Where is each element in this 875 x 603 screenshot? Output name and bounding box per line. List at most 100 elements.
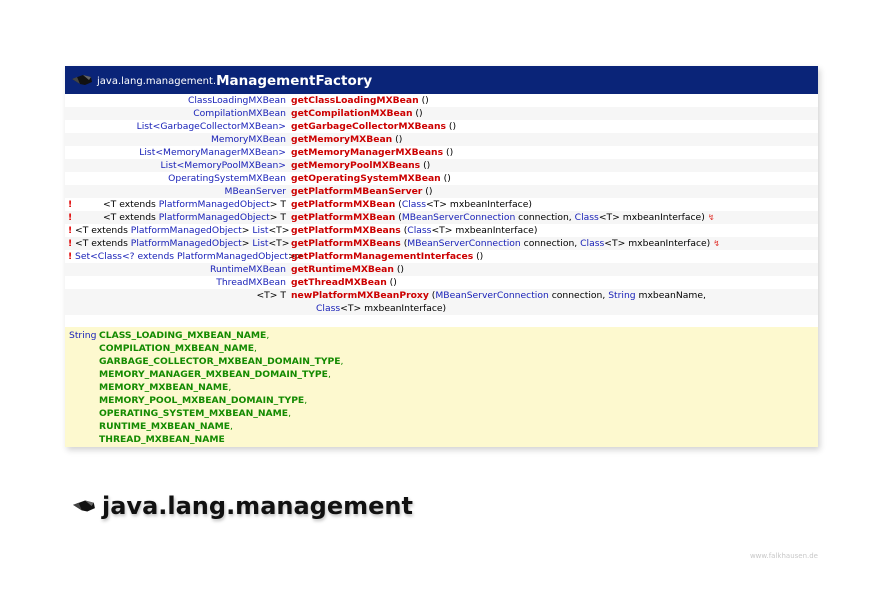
method-signature: getPlatformMXBeans (MBeanServerConnectio… xyxy=(291,237,720,250)
return-type-part[interactable]: List<MemoryPoolMXBean> xyxy=(161,160,286,171)
field-name[interactable]: OPERATING_SYSTEM_MXBEAN_NAME, xyxy=(99,407,343,420)
return-type-part[interactable]: List<GarbageCollectorMXBean> xyxy=(137,121,286,132)
method-name[interactable]: getPlatformManagementInterfaces xyxy=(291,251,473,262)
generic-warning-marker xyxy=(65,289,75,315)
class-package: java.lang.management. xyxy=(97,76,217,87)
return-type-part[interactable]: ThreadMXBean xyxy=(216,277,286,288)
method-signature: getCompilationMXBean () xyxy=(291,107,423,120)
method-row: ! Set<Class<? extends PlatformManagedObje… xyxy=(65,250,818,263)
method-params: (MBeanServerConnection connection, Strin… xyxy=(431,290,706,301)
return-type-part[interactable]: PlatformManagedObject xyxy=(177,251,288,262)
method-name[interactable]: getPlatformMXBeans xyxy=(291,238,401,249)
method-name[interactable]: getPlatformMXBean xyxy=(291,199,395,210)
field-name[interactable]: CLASS_LOADING_MXBEAN_NAME, xyxy=(99,329,343,342)
field-name[interactable]: MEMORY_MXBEAN_NAME, xyxy=(99,381,343,394)
return-type: List<MemoryManagerMXBean> xyxy=(75,146,291,159)
method-params: () xyxy=(446,147,454,158)
method-signature: getThreadMXBean () xyxy=(291,276,397,289)
return-type-part[interactable]: PlatformManagedObject xyxy=(159,212,270,223)
return-type-part[interactable]: PlatformManagedObject xyxy=(131,238,242,249)
field-type: String xyxy=(69,330,97,341)
type-link[interactable]: List xyxy=(252,238,268,249)
method-name[interactable]: getPlatformMBeanServer xyxy=(291,186,422,197)
return-type-part[interactable]: CompilationMXBean xyxy=(193,108,286,119)
method-name[interactable]: getThreadMXBean xyxy=(291,277,387,288)
method-signature: getRuntimeMXBean () xyxy=(291,263,404,276)
field-name-text: COMPILATION_MXBEAN_NAME xyxy=(99,343,254,354)
type-link[interactable]: Class xyxy=(580,238,604,249)
method-name[interactable]: getMemoryPoolMXBeans xyxy=(291,160,420,171)
method-signature: getOperatingSystemMXBean () xyxy=(291,172,451,185)
return-type-part[interactable]: List<MemoryManagerMXBean> xyxy=(139,147,286,158)
method-name[interactable]: getOperatingSystemMXBean xyxy=(291,173,441,184)
field-name[interactable]: MEMORY_MANAGER_MXBEAN_DOMAIN_TYPE, xyxy=(99,368,343,381)
method-name[interactable]: getClassLoadingMXBean xyxy=(291,95,419,106)
method-signature: getPlatformManagementInterfaces () xyxy=(291,250,483,263)
return-type-part: <T extends xyxy=(75,225,131,236)
field-list: String CLASS_LOADING_MXBEAN_NAME, COMPILA… xyxy=(65,327,818,447)
method-name[interactable]: getGarbageCollectorMXBeans xyxy=(291,121,446,132)
type-link[interactable]: List xyxy=(252,225,268,236)
method-row: ! <T extends PlatformManagedObject> List<… xyxy=(65,237,818,250)
return-type-part[interactable]: PlatformManagedObject xyxy=(131,225,242,236)
field-name[interactable]: RUNTIME_MXBEAN_NAME, xyxy=(99,420,343,433)
return-type-part[interactable]: PlatformManagedObject xyxy=(159,199,270,210)
package-title: java.lang.management xyxy=(72,492,413,520)
return-type-part[interactable]: Set<Class<? extends xyxy=(75,251,177,262)
method-params: () xyxy=(423,160,431,171)
type-link[interactable]: MBeanServerConnection xyxy=(407,238,520,249)
type-link[interactable]: MBeanServerConnection xyxy=(402,212,515,223)
type-link[interactable]: MBeanServerConnection xyxy=(435,290,548,301)
method-signature: newPlatformMXBeanProxy (MBeanServerConne… xyxy=(291,289,706,315)
method-row: CompilationMXBean getCompilationMXBean () xyxy=(65,107,818,120)
type-link[interactable]: Class xyxy=(407,225,431,236)
return-type-part[interactable]: ClassLoadingMXBean xyxy=(188,95,286,106)
field-name[interactable]: GARBAGE_COLLECTOR_MXBEAN_DOMAIN_TYPE, xyxy=(99,355,343,368)
field-name-text: MEMORY_MANAGER_MXBEAN_DOMAIN_TYPE xyxy=(99,369,328,380)
return-type-part[interactable]: RuntimeMXBean xyxy=(210,264,286,275)
method-signature: getPlatformMBeanServer () xyxy=(291,185,432,198)
method-name[interactable]: getPlatformMXBeans xyxy=(291,225,401,236)
method-name[interactable]: newPlatformMXBeanProxy xyxy=(291,290,429,301)
method-params: () xyxy=(395,134,403,145)
type-link[interactable]: String xyxy=(608,290,635,301)
type-link[interactable]: Class xyxy=(575,212,599,223)
footer-link[interactable]: www.falkhausen.de xyxy=(750,552,818,560)
field-name-text: RUNTIME_MXBEAN_NAME xyxy=(99,421,231,432)
return-type-part[interactable]: MBeanServer xyxy=(225,186,286,197)
return-type-part[interactable]: OperatingSystemMXBean xyxy=(168,173,286,184)
return-type-part[interactable]: MemoryMXBean xyxy=(211,134,286,145)
throws-icon: ↯ xyxy=(713,239,720,248)
generic-warning-marker xyxy=(65,94,75,107)
method-name[interactable]: getMemoryMXBean xyxy=(291,134,392,145)
generic-warning-marker xyxy=(65,263,75,276)
return-type: ClassLoadingMXBean xyxy=(75,94,291,107)
field-name[interactable]: MEMORY_POOL_MXBEAN_DOMAIN_TYPE, xyxy=(99,394,343,407)
type-link[interactable]: Class xyxy=(316,303,340,314)
method-row: List<MemoryManagerMXBean> getMemoryManage… xyxy=(65,146,818,159)
package-cap-icon xyxy=(72,75,92,85)
field-name[interactable]: COMPILATION_MXBEAN_NAME, xyxy=(99,342,343,355)
return-type: ThreadMXBean xyxy=(75,276,291,289)
field-name-text: MEMORY_POOL_MXBEAN_DOMAIN_TYPE xyxy=(99,395,305,406)
method-signature: getMemoryManagerMXBeans () xyxy=(291,146,453,159)
method-name[interactable]: getPlatformMXBean xyxy=(291,212,395,223)
field-name[interactable]: THREAD_MXBEAN_NAME xyxy=(99,433,343,446)
method-signature: getPlatformMXBean (MBeanServerConnection… xyxy=(291,211,715,224)
generic-warning-marker: ! xyxy=(68,225,73,236)
section-spacer xyxy=(65,315,818,327)
method-name[interactable]: getRuntimeMXBean xyxy=(291,264,394,275)
method-signature: getGarbageCollectorMXBeans () xyxy=(291,120,456,133)
return-type: <T extends PlatformManagedObject> T xyxy=(75,198,291,211)
method-params: () xyxy=(396,264,404,275)
method-signature: getMemoryMXBean () xyxy=(291,133,402,146)
return-type-part: > T xyxy=(269,199,286,210)
type-link[interactable]: Class xyxy=(402,199,426,210)
field-name-text: CLASS_LOADING_MXBEAN_NAME xyxy=(99,330,267,341)
method-params: () xyxy=(421,95,429,106)
generic-warning-marker xyxy=(65,146,75,159)
method-row: List<GarbageCollectorMXBean> getGarbageCo… xyxy=(65,120,818,133)
field-name-text: OPERATING_SYSTEM_MXBEAN_NAME xyxy=(99,408,289,419)
method-name[interactable]: getMemoryManagerMXBeans xyxy=(291,147,443,158)
method-name[interactable]: getCompilationMXBean xyxy=(291,108,413,119)
